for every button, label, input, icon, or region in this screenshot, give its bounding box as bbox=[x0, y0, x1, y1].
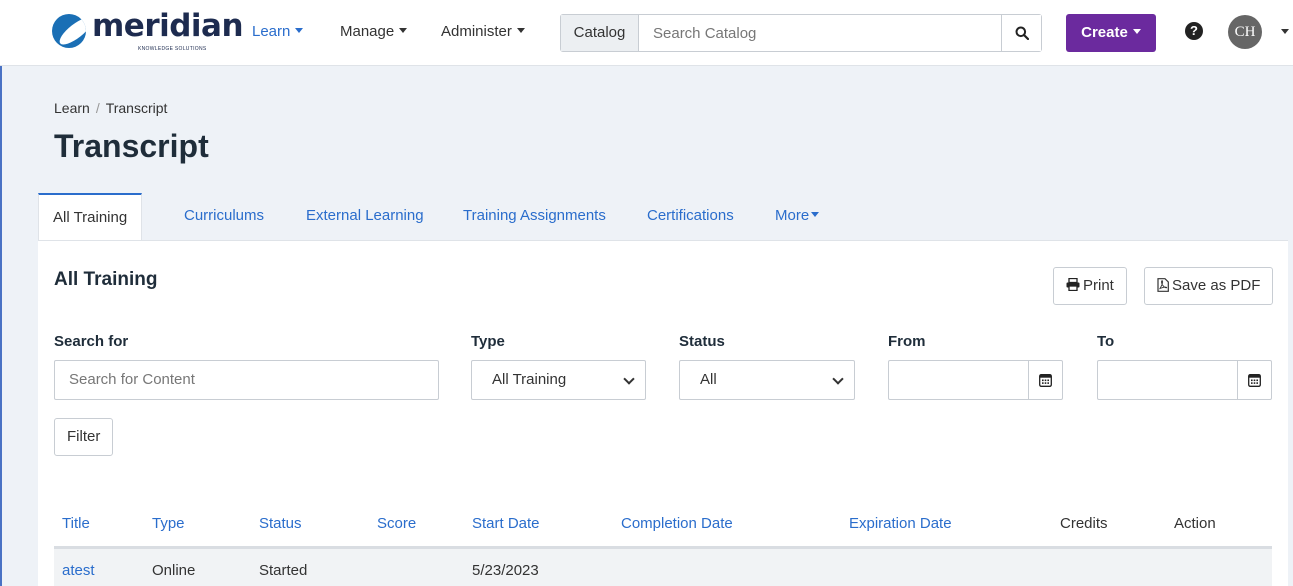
tab-more-label: More bbox=[775, 207, 810, 224]
nav-learn-label: Learn bbox=[252, 23, 291, 40]
table-row bbox=[54, 549, 1272, 586]
breadcrumb-separator: / bbox=[95, 100, 100, 116]
col-action: Action bbox=[1174, 515, 1216, 532]
row-status: Started bbox=[259, 562, 308, 579]
save-as-pdf-button[interactable]: Save as PDF bbox=[1144, 267, 1274, 305]
transcript-tabs: All Training Curriculums External Learni… bbox=[38, 193, 1288, 242]
col-completion-date[interactable]: Completion Date bbox=[621, 515, 733, 532]
tab-certifications[interactable]: Certifications bbox=[647, 193, 734, 241]
caret-down-icon bbox=[811, 212, 820, 217]
row-type: Online bbox=[152, 562, 196, 579]
print-button-label: Print bbox=[1083, 277, 1114, 294]
page-title: Transcript bbox=[54, 128, 209, 164]
section-title: All Training bbox=[54, 269, 158, 290]
caret-down-icon bbox=[1132, 29, 1141, 34]
from-label: From bbox=[888, 333, 926, 350]
catalog-search-input[interactable] bbox=[639, 15, 1001, 51]
nav-administer-label: Administer bbox=[441, 23, 512, 40]
tab-training-assignments[interactable]: Training Assignments bbox=[463, 193, 606, 241]
to-date-input[interactable] bbox=[1097, 360, 1272, 400]
type-label: Type bbox=[471, 333, 505, 350]
file-pdf-icon bbox=[1157, 278, 1169, 292]
search-for-label: Search for bbox=[54, 333, 129, 350]
row-title-link[interactable]: atest bbox=[62, 562, 95, 579]
nav-manage[interactable]: Manage bbox=[340, 23, 408, 40]
printer-icon bbox=[1066, 277, 1080, 292]
top-navbar: meridian KNOWLEDGE SOLUTIONS Learn Manag… bbox=[0, 0, 1293, 66]
from-date-input[interactable] bbox=[888, 360, 1063, 400]
nav-learn[interactable]: Learn bbox=[252, 23, 304, 40]
search-scope-label[interactable]: Catalog bbox=[561, 15, 639, 51]
all-training-panel: All Training Print Save as PDF Search fo… bbox=[38, 240, 1288, 586]
type-select-value: All Training bbox=[492, 371, 567, 388]
search-icon bbox=[1015, 26, 1029, 40]
status-label: Status bbox=[679, 333, 725, 350]
col-type[interactable]: Type bbox=[152, 515, 185, 532]
breadcrumb-learn[interactable]: Learn bbox=[54, 100, 90, 116]
avatar[interactable]: CH bbox=[1228, 15, 1262, 49]
status-select-value: All bbox=[700, 371, 717, 388]
create-button-label: Create bbox=[1081, 24, 1128, 41]
to-label: To bbox=[1097, 333, 1115, 350]
meridian-logo[interactable]: meridian KNOWLEDGE SOLUTIONS bbox=[52, 8, 244, 56]
status-select[interactable]: All bbox=[679, 360, 855, 400]
avatar-caret-down-icon[interactable] bbox=[1281, 29, 1289, 34]
caret-down-icon bbox=[516, 28, 525, 33]
chevron-down-icon bbox=[623, 373, 635, 385]
row-start-date: 5/23/2023 bbox=[472, 562, 539, 579]
filter-button[interactable]: Filter bbox=[54, 418, 114, 456]
to-calendar-button[interactable] bbox=[1237, 361, 1271, 399]
col-credits: Credits bbox=[1060, 515, 1108, 532]
create-button[interactable]: Create bbox=[1066, 14, 1156, 52]
nav-manage-label: Manage bbox=[340, 23, 395, 40]
calendar-icon bbox=[1248, 374, 1261, 387]
logo-tagline: KNOWLEDGE SOLUTIONS bbox=[138, 46, 207, 52]
search-button[interactable] bbox=[1001, 15, 1041, 51]
catalog-search: Catalog bbox=[560, 14, 1042, 52]
tab-all-training[interactable]: All Training bbox=[38, 193, 143, 242]
search-content-placeholder: Search for Content bbox=[69, 371, 195, 388]
col-start-date[interactable]: Start Date bbox=[472, 515, 540, 532]
tab-external-learning[interactable]: External Learning bbox=[306, 193, 424, 241]
logo-mark-icon bbox=[52, 14, 86, 48]
col-score[interactable]: Score bbox=[377, 515, 416, 532]
chevron-down-icon bbox=[832, 373, 844, 385]
col-status[interactable]: Status bbox=[259, 515, 302, 532]
print-button[interactable]: Print bbox=[1053, 267, 1127, 305]
from-calendar-button[interactable] bbox=[1028, 361, 1062, 399]
search-content-input[interactable]: Search for Content bbox=[54, 360, 439, 400]
caret-down-icon bbox=[399, 28, 408, 33]
col-title[interactable]: Title bbox=[62, 515, 90, 532]
type-select[interactable]: All Training bbox=[471, 360, 646, 400]
calendar-icon bbox=[1039, 374, 1052, 387]
breadcrumb-current: Transcript bbox=[105, 100, 168, 116]
nav-administer[interactable]: Administer bbox=[441, 23, 525, 40]
save-as-pdf-label: Save as PDF bbox=[1172, 277, 1261, 294]
tab-curriculums[interactable]: Curriculums bbox=[184, 193, 264, 241]
tab-more[interactable]: More bbox=[775, 193, 820, 241]
question-circle-icon[interactable]: ? bbox=[1185, 22, 1203, 40]
logo-wordmark: meridian bbox=[92, 8, 244, 44]
caret-down-icon bbox=[295, 28, 304, 33]
breadcrumb: Learn / Transcript bbox=[54, 100, 167, 116]
col-expiration-date[interactable]: Expiration Date bbox=[849, 515, 952, 532]
